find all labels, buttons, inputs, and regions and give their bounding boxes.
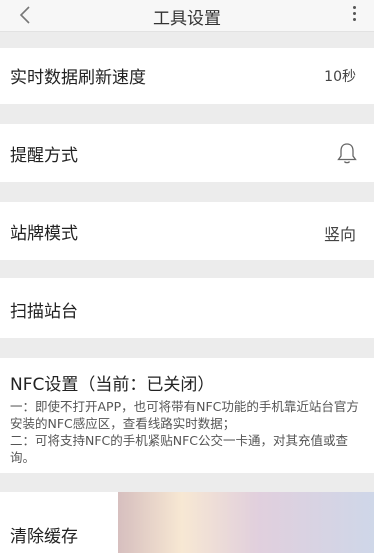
nfc-description: 一：即使不打开APP，也可将带有NFC功能的手机靠近站台官方安装的NFC感应区，… — [10, 398, 362, 466]
watermark-overlay — [118, 492, 374, 553]
top-bar: 工具设置 — [0, 0, 374, 32]
stop-sign-mode-label: 站牌模式 — [10, 224, 78, 244]
stop-sign-mode-value: 竖向 — [323, 225, 356, 244]
reminder-label: 提醒方式 — [10, 146, 78, 166]
setting-nfc[interactable]: NFC设置（当前：已关闭） 一：即使不打开APP，也可将带有NFC功能的手机靠近… — [0, 358, 374, 473]
scan-station-label: 扫描站台 — [10, 302, 78, 322]
nfc-title: NFC设置（当前：已关闭） — [10, 375, 215, 395]
refresh-speed-label: 实时数据刷新速度 — [10, 68, 146, 88]
page-title: 工具设置 — [153, 9, 221, 29]
more-vertical-icon[interactable] — [350, 4, 358, 26]
setting-reminder[interactable]: 提醒方式 — [0, 124, 374, 182]
nfc-desc-1: 一：即使不打开APP，也可将带有NFC功能的手机靠近站台官方安装的NFC感应区，… — [10, 399, 359, 431]
setting-scan-station[interactable]: 扫描站台 — [0, 278, 374, 338]
setting-stop-sign-mode[interactable]: 站牌模式 竖向 — [0, 202, 374, 260]
bell-icon — [336, 141, 358, 165]
setting-refresh-speed[interactable]: 实时数据刷新速度 10秒 — [0, 48, 374, 104]
clear-cache-label: 清除缓存 — [10, 527, 78, 547]
refresh-speed-value: 10秒 — [324, 69, 356, 85]
nfc-desc-2: 二：可将支持NFC的手机紧贴NFC公交一卡通，对其充值或查询。 — [10, 433, 349, 465]
